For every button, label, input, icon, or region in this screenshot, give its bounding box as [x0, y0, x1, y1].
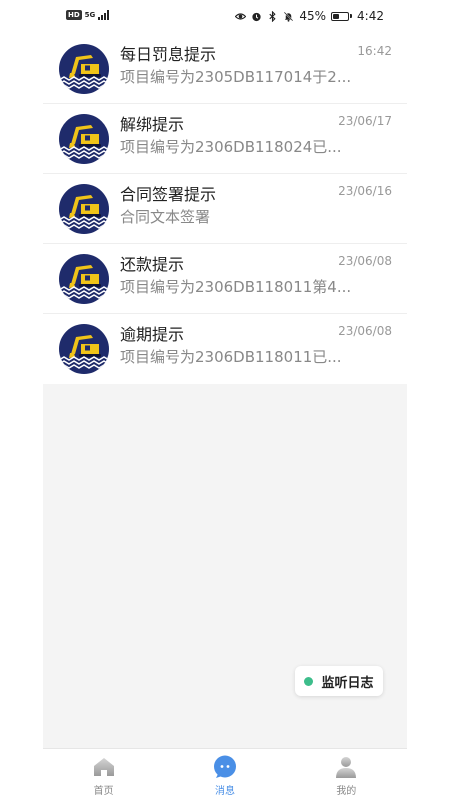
tab-label: 消息 [214, 786, 235, 797]
message-time: 23/06/08 [338, 324, 392, 338]
message-item[interactable]: 解绑提示 23/06/17 项目编号为2306DB118024已... [43, 104, 407, 174]
hd-badge: HD [66, 10, 82, 20]
tab-home[interactable]: 首页 [43, 749, 164, 800]
alarm-icon [252, 12, 261, 21]
message-preview: 项目编号为2305DB117014于2... [120, 68, 352, 86]
status-dot-icon [304, 676, 314, 686]
message-time: 16:42 [357, 44, 392, 58]
clock: 4:42 [357, 9, 384, 23]
tab-messages[interactable]: 消息 [164, 749, 285, 800]
excavator-avatar-icon [59, 254, 109, 304]
excavator-avatar-icon [59, 324, 109, 374]
message-list: 每日罚息提示 16:42 项目编号为2305DB117014于2... 解绑提示 23… [43, 34, 407, 384]
excavator-avatar-icon [59, 44, 109, 94]
monitor-log-button[interactable]: 监听日志 [295, 666, 383, 696]
chat-bubble-icon [213, 755, 237, 779]
message-title: 还款提示 [120, 255, 185, 274]
person-icon [334, 755, 358, 779]
message-preview: 项目编号为2306DB118011第4... [120, 278, 352, 296]
message-title: 合同签署提示 [120, 185, 217, 204]
message-preview: 合同文本签署 [120, 208, 211, 226]
message-time: 23/06/08 [338, 254, 392, 268]
bluetooth-icon [269, 10, 276, 22]
signal-icon [98, 10, 110, 20]
tab-profile[interactable]: 我的 [286, 749, 407, 800]
monitor-log-label: 监听日志 [321, 675, 374, 691]
excavator-avatar-icon [59, 114, 109, 164]
tab-label: 首页 [93, 786, 114, 797]
status-right: 45% 4:42 [235, 9, 384, 23]
mute-bell-icon [284, 11, 294, 22]
message-title: 逾期提示 [120, 325, 185, 344]
tab-label: 我的 [336, 786, 357, 797]
home-icon [92, 755, 116, 779]
battery-percent: 45% [299, 9, 327, 23]
excavator-avatar-icon [59, 184, 109, 234]
eye-icon [235, 12, 247, 20]
bottom-tab-bar: 首页 消息 我的 [43, 748, 407, 800]
message-time: 23/06/16 [338, 184, 392, 198]
message-item[interactable]: 逾期提示 23/06/08 项目编号为2306DB118011已... [43, 314, 407, 384]
network-type: 5G [84, 10, 96, 19]
message-item[interactable]: 还款提示 23/06/08 项目编号为2306DB118011第4... [43, 244, 407, 314]
message-item[interactable]: 合同签署提示 23/06/16 合同文本签署 [43, 174, 407, 244]
message-preview: 项目编号为2306DB118011已... [120, 348, 342, 366]
message-title: 每日罚息提示 [120, 45, 217, 64]
message-title: 解绑提示 [120, 115, 185, 134]
status-left: HD 5G [66, 10, 110, 20]
message-time: 23/06/17 [338, 114, 392, 128]
message-page: 每日罚息提示 16:42 项目编号为2305DB117014于2... 解绑提示 23… [43, 34, 407, 748]
message-item[interactable]: 每日罚息提示 16:42 项目编号为2305DB117014于2... [43, 34, 407, 104]
status-bar: HD 5G 45% 4:42 [0, 0, 450, 34]
battery-icon [331, 11, 353, 21]
message-preview: 项目编号为2306DB118024已... [120, 138, 342, 156]
